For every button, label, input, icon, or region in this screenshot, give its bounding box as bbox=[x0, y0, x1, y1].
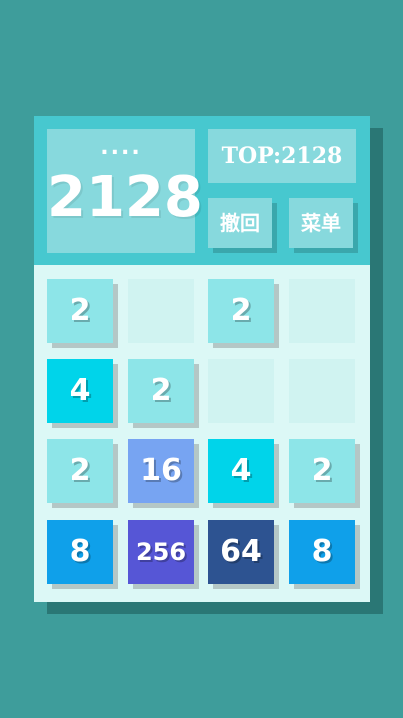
tile-2: 2 bbox=[289, 439, 355, 503]
undo-button[interactable]: 撤回 bbox=[208, 198, 272, 248]
tile-8: 8 bbox=[47, 520, 113, 584]
best-score: TOP:2128 bbox=[208, 129, 356, 183]
tile-2: 2 bbox=[128, 359, 194, 423]
tile-2: 2 bbox=[47, 279, 113, 343]
empty-cell bbox=[128, 279, 194, 343]
tile-2: 2 bbox=[47, 439, 113, 503]
score-box: .... 2128 bbox=[47, 129, 203, 253]
game-panel: .... 2128 TOP:2128 撤回 菜单 2 2 4 2 2 16 4 2 8 256 64… bbox=[34, 116, 370, 602]
empty-cell bbox=[208, 359, 274, 423]
score-header: .... 2128 TOP:2128 撤回 菜单 bbox=[34, 116, 370, 265]
empty-cell bbox=[289, 359, 355, 423]
tile-4: 4 bbox=[208, 439, 274, 503]
tile-2: 2 bbox=[208, 279, 274, 343]
tile-16: 16 bbox=[128, 439, 194, 503]
empty-cell bbox=[289, 279, 355, 343]
current-score: 2128 bbox=[47, 165, 203, 230]
tile-64: 64 bbox=[208, 520, 274, 584]
tile-4: 4 bbox=[47, 359, 113, 423]
tile-256: 256 bbox=[128, 520, 194, 584]
tile-8: 8 bbox=[289, 520, 355, 584]
score-dots: .... bbox=[100, 135, 142, 160]
menu-button[interactable]: 菜单 bbox=[289, 198, 353, 248]
